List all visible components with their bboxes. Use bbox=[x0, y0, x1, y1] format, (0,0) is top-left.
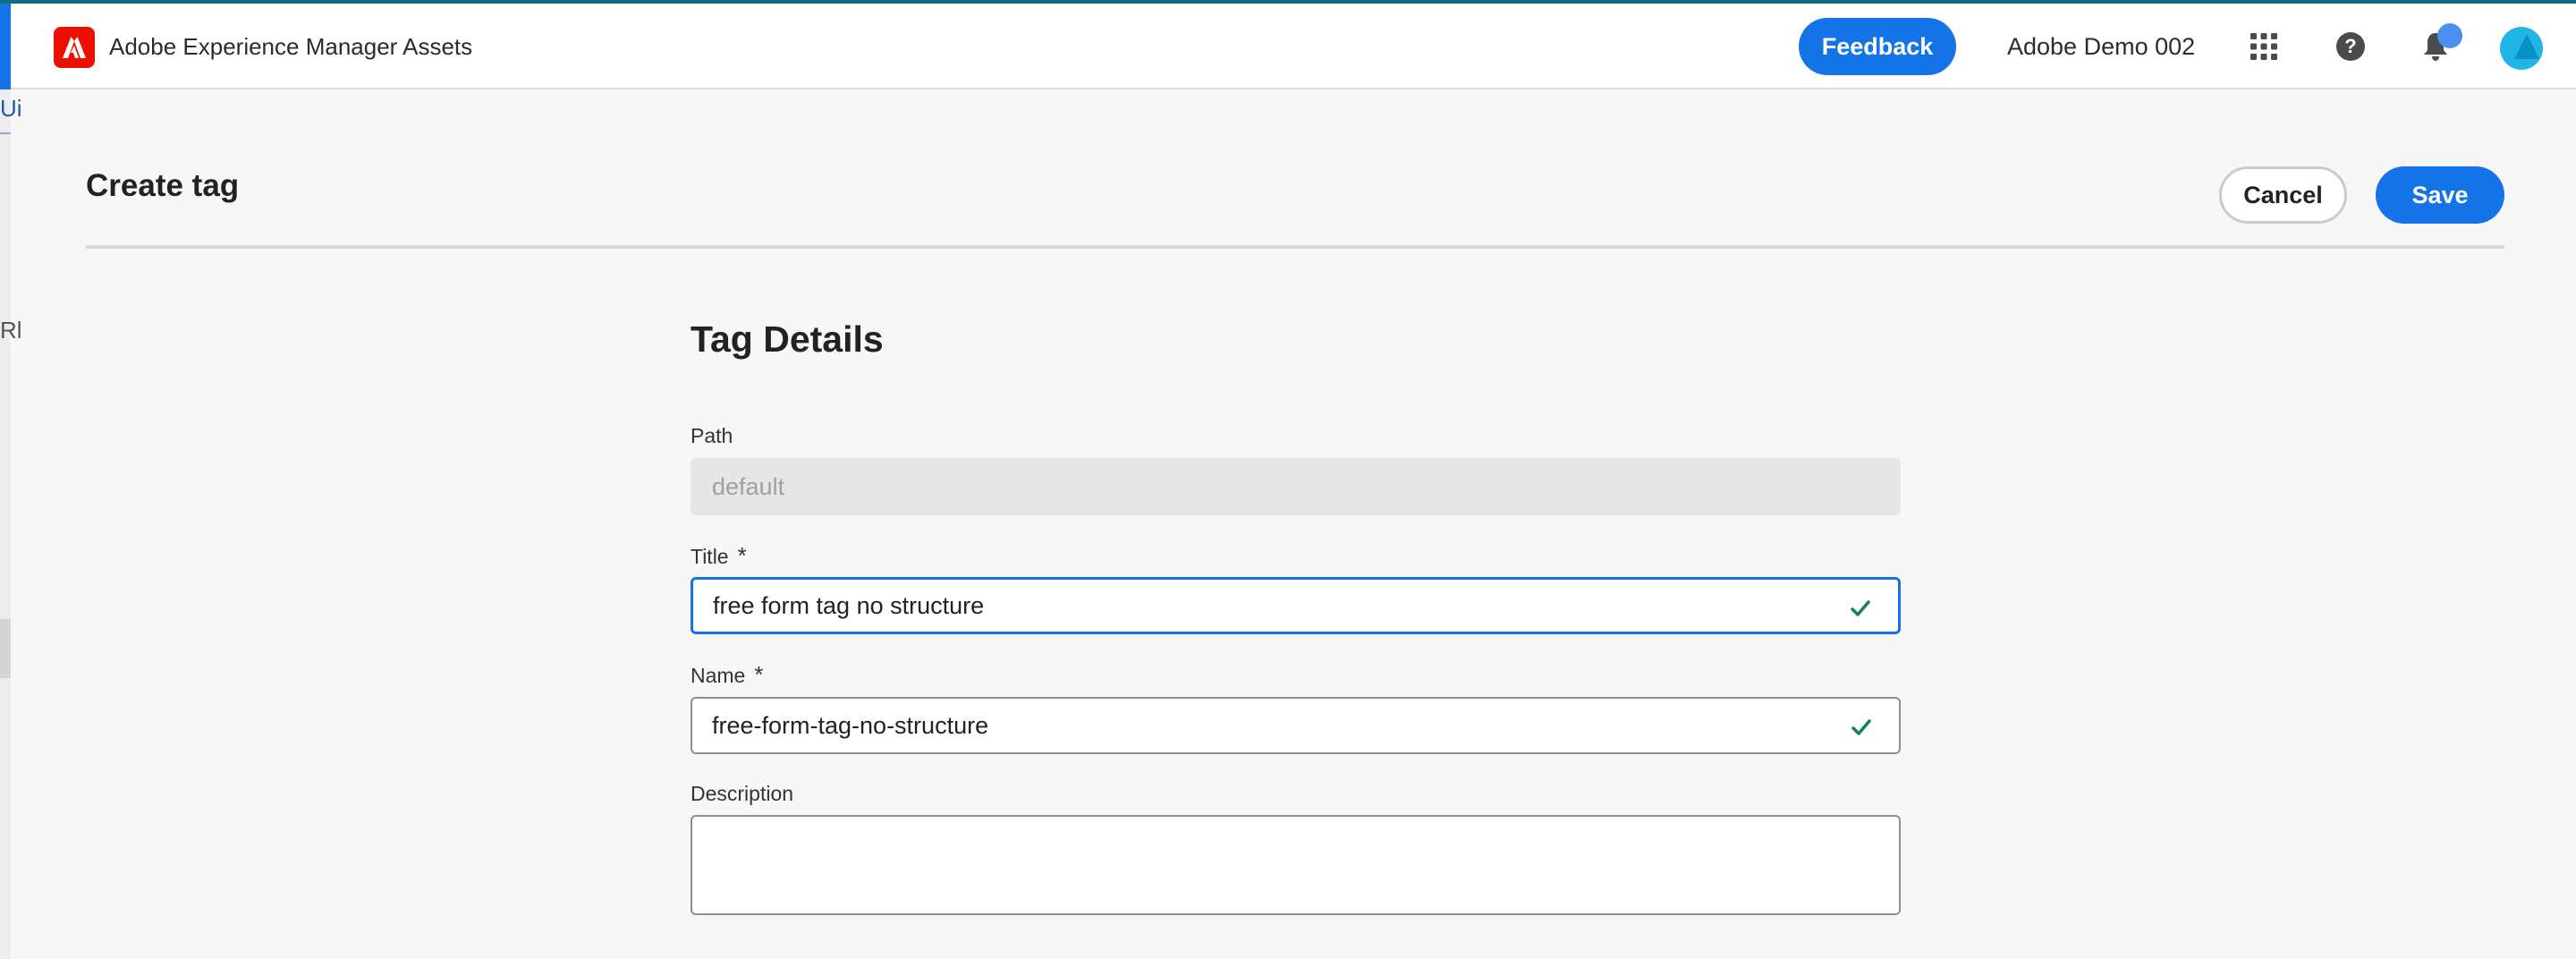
underlying-text-fragment: Rl bbox=[0, 317, 22, 344]
notification-badge bbox=[2437, 23, 2462, 48]
svg-text:?: ? bbox=[2344, 35, 2356, 57]
page-title: Create tag bbox=[86, 168, 240, 203]
description-textarea[interactable] bbox=[691, 815, 1901, 915]
name-value: free-form-tag-no-structure bbox=[712, 711, 989, 739]
underlying-app-sliver: Ui Rl bbox=[0, 89, 22, 959]
name-label: Name * bbox=[691, 661, 763, 689]
adobe-logo-icon[interactable] bbox=[54, 27, 95, 68]
heading-divider bbox=[86, 245, 2504, 249]
path-placeholder: default bbox=[712, 472, 785, 500]
name-label-text: Name bbox=[691, 664, 746, 687]
title-label-text: Title bbox=[691, 545, 729, 568]
title-label: Title * bbox=[691, 542, 747, 570]
header-left-strip bbox=[0, 4, 11, 89]
underlying-selected-item bbox=[0, 619, 11, 678]
description-label: Description bbox=[691, 782, 794, 805]
checkmark-icon bbox=[1851, 600, 1870, 616]
save-button[interactable]: Save bbox=[2376, 166, 2504, 224]
required-mark: * bbox=[737, 542, 747, 569]
checkmark-icon bbox=[1852, 719, 1871, 735]
feedback-button[interactable]: Feedback bbox=[1799, 18, 1956, 75]
underlying-text-fragment: Ui bbox=[0, 95, 22, 122]
apps-grid-icon[interactable] bbox=[2246, 29, 2282, 64]
org-switcher[interactable]: Adobe Demo 002 bbox=[2007, 30, 2195, 63]
name-field[interactable]: free-form-tag-no-structure bbox=[691, 697, 1901, 754]
section-title: Tag Details bbox=[691, 318, 884, 360]
path-label: Path bbox=[691, 424, 733, 447]
app-title[interactable]: Adobe Experience Manager Assets bbox=[109, 30, 472, 63]
path-field: default bbox=[691, 458, 1901, 515]
user-avatar[interactable] bbox=[2500, 27, 2543, 70]
help-icon[interactable]: ? bbox=[2333, 29, 2368, 64]
required-mark: * bbox=[754, 661, 764, 688]
app-header: Adobe Experience Manager Assets Feedback… bbox=[0, 4, 2576, 89]
title-value: free form tag no structure bbox=[713, 591, 985, 619]
underlying-divider bbox=[0, 132, 11, 134]
cancel-button[interactable]: Cancel bbox=[2219, 166, 2347, 224]
title-field[interactable]: free form tag no structure bbox=[691, 577, 1901, 634]
